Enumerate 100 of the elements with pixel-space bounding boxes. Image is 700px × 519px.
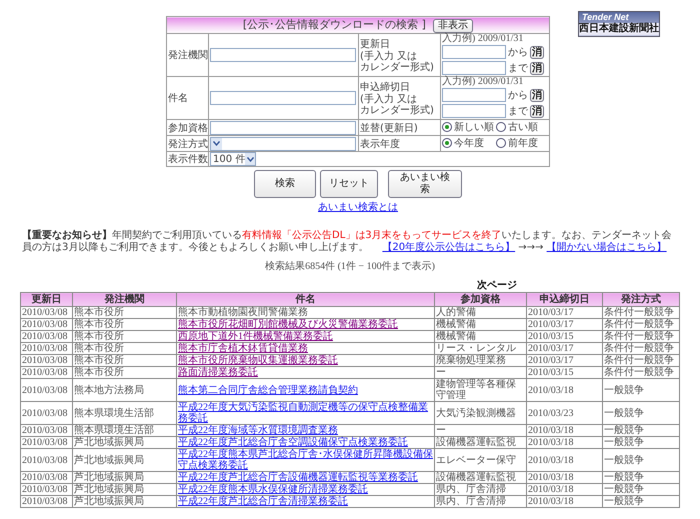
table-cell: 2010/03/08 bbox=[20, 378, 72, 402]
table-cell: ー bbox=[434, 424, 526, 436]
field-label: 発注機関 bbox=[166, 34, 208, 76]
radio-option[interactable]: 今年度 bbox=[442, 136, 496, 150]
title-link[interactable]: 平成22年度大気汚染監視自動測定機等の保守点検整備業務委託 bbox=[178, 402, 433, 424]
table-cell: 条件付一般競争 bbox=[602, 354, 680, 366]
search-button[interactable]: リセット bbox=[320, 170, 378, 198]
notice-link[interactable]: 【開かない場合はこちら】 bbox=[546, 242, 667, 253]
table-cell: 芦北地域振興局 bbox=[72, 472, 176, 484]
date-field[interactable] bbox=[442, 88, 506, 102]
table-cell: 一般競争 bbox=[602, 436, 680, 448]
table-cell: 一般競争 bbox=[602, 496, 680, 508]
title-link[interactable]: 西原地下道外1件機械警備業務委託 bbox=[178, 331, 433, 342]
table-cell: 芦北地域振興局 bbox=[72, 448, 176, 472]
table-cell: 一般競争 bbox=[602, 402, 680, 424]
table-cell: エレベーター保守 bbox=[434, 448, 526, 472]
table-cell: 条件付一般競争 bbox=[602, 342, 680, 354]
table-cell: 2010/03/08 bbox=[20, 472, 72, 484]
title-link[interactable]: 平成22年度海域等水質環境調査業務 bbox=[178, 425, 433, 436]
notice-link[interactable]: 【20年度公示公告はこちら】 bbox=[382, 242, 516, 253]
input-example: 入力例) 2009/01/31 bbox=[442, 34, 524, 44]
title-link[interactable]: 熊本市庁舎植木鉢賃貸借業務 bbox=[178, 343, 433, 354]
radio-button[interactable] bbox=[496, 122, 506, 132]
table-cell: 熊本地方法務局 bbox=[72, 378, 176, 402]
notice-text: 【重要なお知らせ】年間契約でご利用頂いている有料情報「公示公告DL」は3月末をもってサービスを終了いたします。なお、テンダーネット会員の方は3月以降もご利用できます。今後ともよろしくお願い申し上げます。 【20年度公示公告はこちら】 →→→ 【開かない場合はこちら】 bbox=[22, 230, 673, 254]
title-link[interactable]: 平成22年度芦北総合庁舎空調設備保守点検業務委託 bbox=[178, 437, 433, 448]
search-button[interactable]: 検索 bbox=[254, 170, 316, 198]
clear-button[interactable]: 消 bbox=[530, 104, 544, 118]
text-field[interactable] bbox=[210, 120, 356, 134]
table-cell: 2010/03/08 bbox=[20, 496, 72, 508]
date-label: 申込締切日 bbox=[360, 80, 411, 94]
table-cell: 建物管理等各種保守管理 bbox=[434, 378, 526, 402]
title-link[interactable]: 平成22年度芦北総合庁舎清掃業務委託 bbox=[178, 496, 433, 507]
title-link[interactable]: 平成22年度熊本県水俣保健所清掃業務委託 bbox=[178, 484, 433, 495]
title-link[interactable]: 平成22年度熊本県芦北総合庁舎･水俣保健所昇降機設備保守点検業務委託 bbox=[178, 449, 433, 471]
field-label: 件名 bbox=[166, 76, 208, 120]
text-field[interactable] bbox=[210, 48, 356, 62]
form-title: [公示･公告情報ダウンロードの検索 ] bbox=[242, 18, 426, 31]
help-link[interactable]: あいまい検索とは bbox=[318, 200, 398, 214]
dropdown-icon bbox=[245, 153, 255, 165]
range-label: から bbox=[508, 46, 528, 59]
table-cell: 2010/03/17 bbox=[526, 306, 602, 318]
text-field[interactable] bbox=[210, 91, 356, 105]
title-link[interactable]: 熊本市役所花畑町別館機械及び火災警備業務委託 bbox=[178, 319, 433, 330]
date-field[interactable] bbox=[442, 61, 506, 75]
input-note: カレンダー形式) bbox=[360, 62, 435, 73]
date-label: 更新日 bbox=[360, 38, 391, 50]
dropdown-icon bbox=[211, 138, 222, 150]
table-cell: 熊本市役所 bbox=[72, 342, 176, 354]
title-link[interactable]: 路面清掃業務委託 bbox=[178, 367, 433, 378]
date-field[interactable] bbox=[442, 45, 506, 59]
radio-option[interactable]: 新しい順 bbox=[442, 120, 496, 134]
method-select[interactable] bbox=[210, 136, 356, 150]
input-note: (手入力 又は bbox=[360, 51, 418, 62]
input-note: カレンダー形式) bbox=[360, 105, 435, 116]
clear-button[interactable]: 消 bbox=[530, 62, 544, 74]
count-select[interactable]: 100 件 bbox=[210, 152, 256, 166]
results-summary: 検索結果6854件 (1件 − 100件まで表示) bbox=[265, 261, 435, 272]
radio-button[interactable] bbox=[442, 122, 452, 132]
radio-button[interactable] bbox=[442, 138, 452, 148]
table-cell: 県内、庁舎清掃 bbox=[434, 484, 526, 496]
radio-option[interactable]: 古い順 bbox=[496, 120, 550, 134]
next-page-link[interactable]: 次ページ bbox=[477, 280, 517, 291]
arrow-text: →→→ bbox=[518, 242, 544, 253]
radio-option[interactable]: 前年度 bbox=[496, 136, 550, 150]
table-cell: 2010/03/18 bbox=[526, 448, 602, 472]
title-link[interactable]: 平成22年度芦北総合庁舎設備機器運転監視等業務委託 bbox=[178, 472, 433, 483]
clear-button[interactable]: 消 bbox=[530, 88, 544, 102]
table-cell: 2010/03/17 bbox=[526, 342, 602, 354]
field-label: 並替(更新日) bbox=[358, 120, 440, 136]
table-cell: 2010/03/18 bbox=[526, 496, 602, 508]
logo-brand: Tender Net bbox=[581, 12, 630, 22]
logo-company: 西日本建設新聞社 bbox=[579, 23, 659, 35]
range-label: から bbox=[508, 89, 528, 102]
title-link[interactable]: 熊本市役所廃棄物収集運搬業務委託 bbox=[178, 355, 433, 366]
search-button[interactable]: あいまい検索 bbox=[388, 170, 462, 198]
column-header: 申込締切日 bbox=[526, 292, 602, 306]
table-cell: 大気汚染観測機器 bbox=[434, 402, 526, 424]
table-cell: 設備機器運転監視 bbox=[434, 472, 526, 484]
table-cell: 一般競争 bbox=[602, 378, 680, 402]
table-cell: 2010/03/08 bbox=[20, 424, 72, 436]
table-cell: 芦北地域振興局 bbox=[72, 496, 176, 508]
table-cell: 県内、庁舎清掃 bbox=[434, 496, 526, 508]
table-cell: 一般競争 bbox=[602, 472, 680, 484]
table-cell: 熊本市役所 bbox=[72, 366, 176, 378]
input-example: 入力例) 2009/01/31 bbox=[442, 77, 524, 87]
table-cell: 2010/03/18 bbox=[526, 424, 602, 436]
table-cell: 2010/03/15 bbox=[526, 366, 602, 378]
date-field[interactable] bbox=[442, 104, 506, 118]
table-cell: 設備機器運転監視 bbox=[434, 436, 526, 448]
table-cell: 2010/03/08 bbox=[20, 306, 72, 318]
table-cell: 芦北地域振興局 bbox=[72, 436, 176, 448]
table-cell: 一般競争 bbox=[602, 424, 680, 436]
table-cell: 芦北地域振興局 bbox=[72, 484, 176, 496]
table-cell: 2010/03/08 bbox=[20, 484, 72, 496]
radio-button[interactable] bbox=[496, 138, 506, 148]
hide-button[interactable]: 非表示 bbox=[433, 19, 474, 33]
table-cell: 廃棄物処理業務 bbox=[434, 354, 526, 366]
table-cell: 機械警備 bbox=[434, 330, 526, 342]
clear-button[interactable]: 消 bbox=[530, 46, 544, 58]
